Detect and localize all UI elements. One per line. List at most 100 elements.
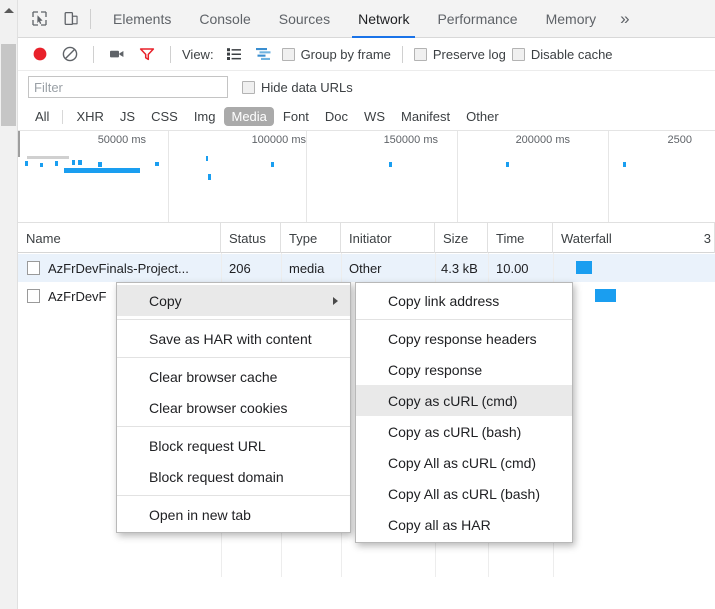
filter-funnel-icon[interactable] xyxy=(135,42,159,66)
row-checkbox[interactable] xyxy=(27,261,40,275)
menu-item-label: Clear browser cache xyxy=(149,368,278,385)
more-tabs-label: » xyxy=(620,8,630,28)
filter-input[interactable] xyxy=(28,76,228,98)
menu-item-label: Copy all as HAR xyxy=(388,516,491,533)
menu-item-open-in-new-tab[interactable]: Open in new tab xyxy=(117,499,350,530)
type-filter-ws[interactable]: WS xyxy=(357,107,392,126)
submenu-item-copy-link-address[interactable]: Copy link address xyxy=(356,285,572,316)
tab-console[interactable]: Console xyxy=(185,0,264,38)
submenu-item-copy-response-headers[interactable]: Copy response headers xyxy=(356,323,572,354)
menu-item-block-request-domain[interactable]: Block request domain xyxy=(117,461,350,492)
pill-label: XHR xyxy=(76,109,104,124)
column-header-initiator[interactable]: Initiator xyxy=(341,223,435,253)
device-toolbar-icon[interactable] xyxy=(60,8,82,30)
network-overview-timeline[interactable]: 50000 ms 100000 ms 150000 ms 200000 ms 2500 xyxy=(18,131,715,223)
tab-elements[interactable]: Elements xyxy=(99,0,185,38)
toolbar-divider xyxy=(93,45,94,63)
copy-submenu[interactable]: Copy link address Copy response headers Co… xyxy=(355,282,573,543)
type-filter-doc[interactable]: Doc xyxy=(318,107,355,126)
group-by-frame-checkbox[interactable]: Group by frame xyxy=(281,47,391,62)
checkbox-box xyxy=(281,47,295,61)
menu-item-label: Copy response headers xyxy=(388,330,537,347)
tab-performance[interactable]: Performance xyxy=(423,0,531,38)
checkbox-box xyxy=(413,47,427,61)
type-filter-manifest[interactable]: Manifest xyxy=(394,107,457,126)
type-filter-other[interactable]: Other xyxy=(459,107,506,126)
devtools-tabstrip: Elements Console Sources Network Perform… xyxy=(18,0,715,38)
pill-label: Media xyxy=(231,109,267,124)
menu-item-label: Copy All as cURL (cmd) xyxy=(388,454,537,471)
checkbox-box xyxy=(511,47,525,61)
submenu-item-copy-all-as-curl-cmd[interactable]: Copy All as cURL (cmd) xyxy=(356,447,572,478)
disable-cache-checkbox[interactable]: Disable cache xyxy=(511,46,613,62)
menu-item-save-as-har-with-content[interactable]: Save as HAR with content xyxy=(117,323,350,354)
overview-request-bar xyxy=(506,162,509,167)
filter-row: Hide data URLs xyxy=(18,71,715,103)
menu-item-label: Save as HAR with content xyxy=(149,330,312,347)
page-scrollbar[interactable] xyxy=(0,0,18,609)
type-filter-all[interactable]: All xyxy=(28,107,56,126)
submenu-item-copy-response[interactable]: Copy response xyxy=(356,354,572,385)
menu-item-label: Copy xyxy=(149,292,182,309)
waterfall-bar xyxy=(576,261,592,274)
column-header-size[interactable]: Size xyxy=(435,223,488,253)
triangle-up-icon xyxy=(3,7,14,13)
large-rows-icon[interactable] xyxy=(222,42,246,66)
network-toolbar: View: Group by frame Preserve log Disabl… xyxy=(18,38,715,71)
column-header-status[interactable]: Status xyxy=(221,223,281,253)
tab-label: Network xyxy=(358,10,410,27)
toolbar-divider xyxy=(170,45,171,63)
menu-item-block-request-url[interactable]: Block request URL xyxy=(117,430,350,461)
type-filter-js[interactable]: JS xyxy=(113,107,142,126)
table-row[interactable]: AzFrDevFinals-Project... 206 media Other 4.3… xyxy=(18,254,715,282)
menu-item-clear-browser-cookies[interactable]: Clear browser cookies xyxy=(117,392,350,423)
cell-initiator: Other xyxy=(349,260,382,276)
context-menu[interactable]: Copy Save as HAR with content Clear browse… xyxy=(116,282,351,533)
submenu-item-copy-as-curl-bash[interactable]: Copy as cURL (bash) xyxy=(356,416,572,447)
overview-request-bar xyxy=(64,168,140,173)
record-button[interactable] xyxy=(28,42,52,66)
menu-item-label: Copy All as cURL (bash) xyxy=(388,485,540,502)
scrollbar-up-arrow[interactable] xyxy=(0,0,17,20)
overview-gray-bar xyxy=(27,156,69,159)
disable-cache-label: Disable cache xyxy=(530,46,613,62)
more-tabs-icon[interactable]: » xyxy=(610,0,639,38)
menu-item-clear-browser-cache[interactable]: Clear browser cache xyxy=(117,361,350,392)
inspect-element-icon[interactable] xyxy=(28,8,50,30)
scrollbar-thumb[interactable] xyxy=(1,44,16,126)
checkbox-box xyxy=(242,80,255,94)
row-checkbox[interactable] xyxy=(27,289,40,303)
overview-request-bar xyxy=(55,161,58,166)
submenu-item-copy-all-as-curl-bash[interactable]: Copy All as cURL (bash) xyxy=(356,478,572,509)
cell-time: 10.00 xyxy=(496,260,529,276)
submenu-item-copy-as-curl-cmd[interactable]: Copy as cURL (cmd) xyxy=(356,385,572,416)
type-filter-font[interactable]: Font xyxy=(276,107,316,126)
column-header-type[interactable]: Type xyxy=(281,223,341,253)
overview-request-bar xyxy=(623,162,626,167)
toolbar-divider xyxy=(401,45,403,63)
column-header-waterfall[interactable]: Waterfall xyxy=(553,223,715,253)
hide-data-urls-checkbox[interactable]: Hide data URLs xyxy=(242,80,353,95)
submenu-item-copy-all-as-har[interactable]: Copy all as HAR xyxy=(356,509,572,540)
waterfall-bar xyxy=(595,289,616,302)
column-header-time[interactable]: Time xyxy=(488,223,553,253)
clear-button[interactable] xyxy=(58,42,82,66)
overview-tick-label: 50000 ms xyxy=(97,134,146,146)
tab-sources[interactable]: Sources xyxy=(265,0,344,38)
column-header-name[interactable]: Name xyxy=(18,223,221,253)
tab-memory[interactable]: Memory xyxy=(532,0,611,38)
tab-label: Console xyxy=(199,10,251,27)
preserve-log-label: Preserve log xyxy=(432,46,506,62)
type-filter-media[interactable]: Media xyxy=(224,107,274,126)
show-overview-icon[interactable] xyxy=(252,42,276,66)
cell-name: AzFrDevFinals-Project... xyxy=(48,260,189,276)
menu-separator xyxy=(117,319,350,320)
preserve-log-checkbox[interactable]: Preserve log xyxy=(413,46,506,62)
menu-item-copy[interactable]: Copy xyxy=(117,285,350,316)
type-filter-row: All XHR JS CSS Img Media Font Doc WS Man… xyxy=(18,103,715,131)
capture-screenshots-icon[interactable] xyxy=(105,42,129,66)
type-filter-css[interactable]: CSS xyxy=(144,107,185,126)
type-filter-xhr[interactable]: XHR xyxy=(69,107,110,126)
tab-network[interactable]: Network xyxy=(344,0,423,38)
type-filter-img[interactable]: Img xyxy=(187,107,223,126)
